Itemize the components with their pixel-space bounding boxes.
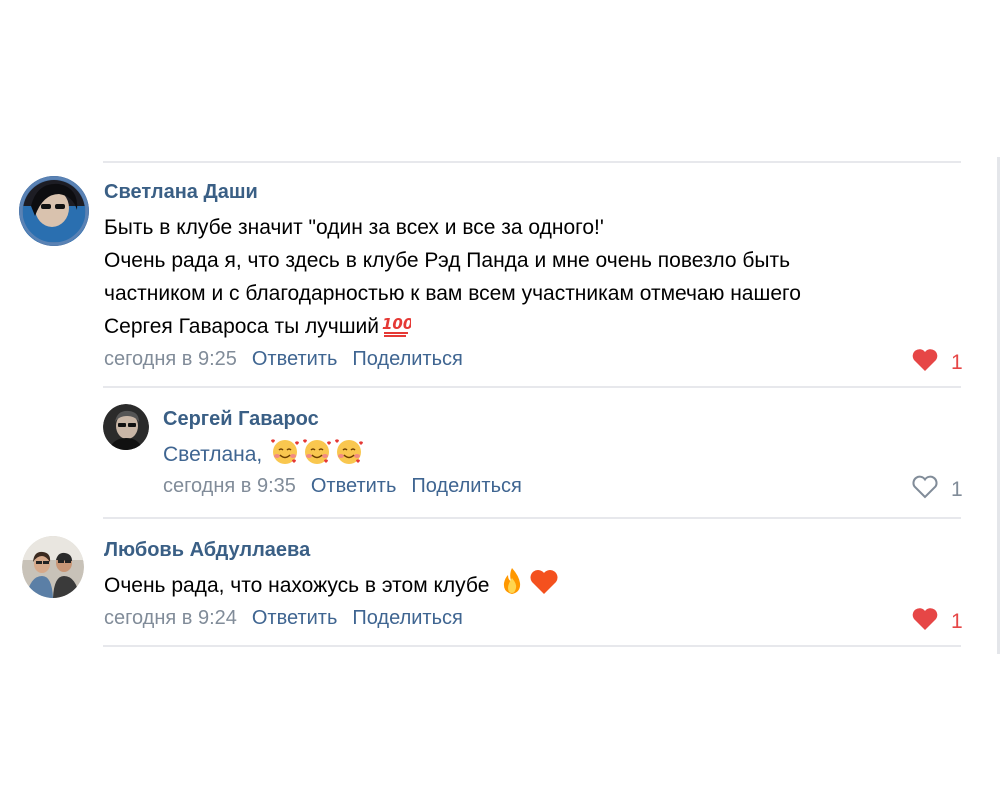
comment-meta: сегодня в 9:24 Ответить Поделиться [104,607,463,630]
comment-text: Быть в клубе значит "один за всех и все … [104,211,801,347]
like-count: 1 [951,610,963,633]
comment-text-line: Очень рада я, что здесь в клубе Рэд Панд… [104,249,791,272]
comment-text: Очень рада, что нахожусь в этом клубе [104,566,559,606]
smiling-face-with-hearts-icon [334,437,364,475]
comment-meta: сегодня в 9:35 Ответить Поделиться [163,475,522,498]
comment-text-line: Сергея Гавароса ты лучший 100 [104,310,801,347]
smiling-face-with-hearts-icon [302,437,332,475]
reply-button[interactable]: Ответить [311,475,397,498]
heart-filled-icon [911,607,939,637]
comment-text-line: Быть в клубе значит "один за всех и все … [104,216,604,239]
comment-meta: сегодня в 9:25 Ответить Поделиться [104,348,463,371]
share-button[interactable]: Поделиться [352,607,462,630]
comment-author[interactable]: Светлана Даши [104,181,258,204]
like-button[interactable]: 1 [911,607,963,637]
orange-heart-icon [529,568,559,606]
avatar[interactable] [103,404,149,450]
svg-text:100: 100 [382,315,411,333]
avatar[interactable] [22,536,84,598]
heart-outline-icon [911,475,939,505]
fire-icon [497,566,527,606]
like-button[interactable]: 1 [911,475,963,505]
heart-filled-icon [911,348,939,378]
avatar[interactable] [19,176,89,246]
like-button[interactable]: 1 [911,348,963,378]
share-button[interactable]: Поделиться [411,475,521,498]
comment-text: Светлана, [163,437,364,475]
separator [103,386,961,388]
comment-time[interactable]: сегодня в 9:25 [104,348,237,371]
like-count: 1 [951,351,963,374]
comment-text-line: частником и с благодарностью к вам всем … [104,282,801,305]
comment-time[interactable]: сегодня в 9:24 [104,607,237,630]
share-button[interactable]: Поделиться [352,348,462,371]
comment-author[interactable]: Любовь Абдуллаева [104,539,310,562]
comment-author[interactable]: Сергей Гаварос [163,408,319,431]
reply-button[interactable]: Ответить [252,348,338,371]
comment-time[interactable]: сегодня в 9:35 [163,475,296,498]
comment-text-content: Очень рада, что нахожусь в этом клубе [104,574,490,597]
reply-button[interactable]: Ответить [252,607,338,630]
like-count: 1 [951,478,963,501]
separator [103,645,961,647]
separator [103,161,961,163]
smiling-face-with-hearts-icon [270,437,300,475]
separator [103,517,961,519]
hundred-points-icon: 100 [381,311,413,347]
comment-text-content: Светлана, [163,443,263,466]
comment-text-line-content: Сергея Гавароса ты лучший [104,315,379,338]
